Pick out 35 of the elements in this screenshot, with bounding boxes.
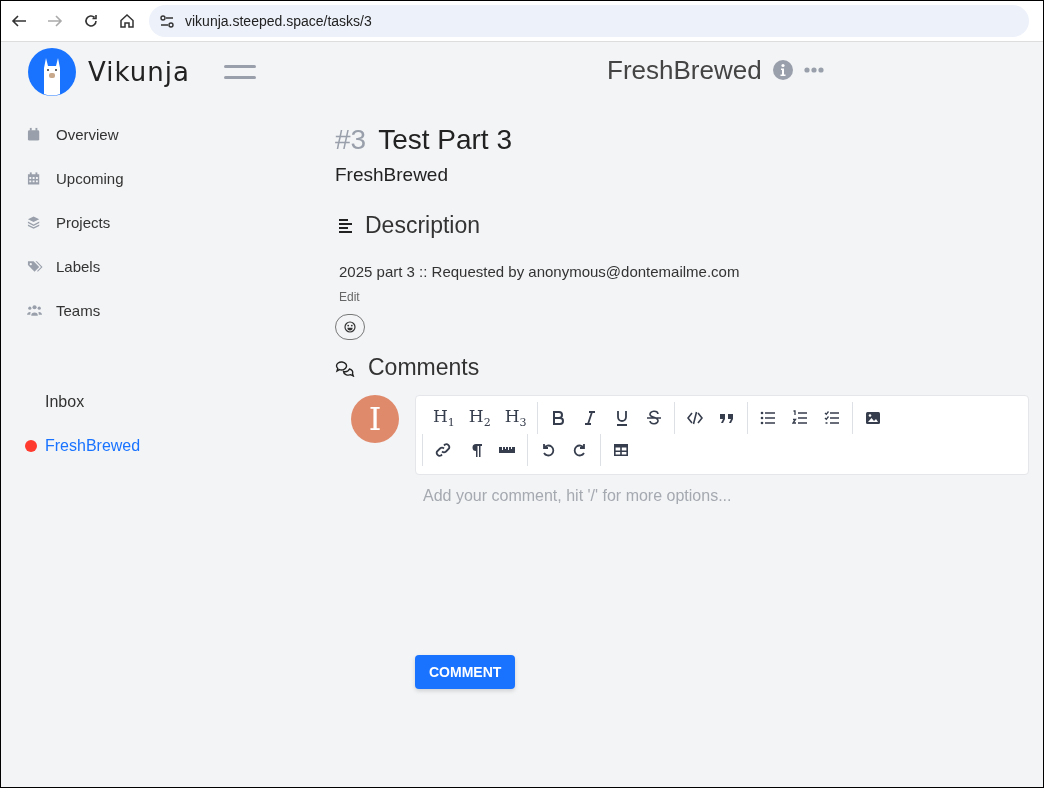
reload-icon[interactable] — [83, 13, 99, 29]
sidebar-item[interactable]: Overview — [1, 112, 301, 156]
project-link[interactable]: Inbox — [45, 393, 85, 411]
sidebar-item[interactable]: Teams — [1, 288, 301, 332]
task-number: #3 — [335, 124, 367, 156]
address-bar[interactable]: vikunja.steeped.space/tasks/3 — [149, 5, 1029, 37]
sidebar-item[interactable]: Projects — [1, 200, 301, 244]
info-icon[interactable] — [772, 60, 793, 80]
description-text: 2025 part 3 :: Requested by anonymous@dontemailme.com — [339, 263, 740, 280]
smiley-icon — [344, 321, 356, 333]
comment-input[interactable]: Add your comment, hit '/' for more options... — [415, 483, 1031, 509]
llama-logo-icon[interactable] — [28, 48, 76, 96]
sidebar-item[interactable]: Labels — [1, 244, 301, 288]
edit-link[interactable]: Edit — [339, 290, 360, 304]
section-heading: Comments — [368, 354, 480, 381]
comment-button[interactable]: COMMENT — [415, 655, 516, 689]
people-icon — [27, 302, 43, 318]
heading-button[interactable]: H$_{3}$ — [501, 406, 530, 430]
task-title: Test Part 3 — [378, 124, 512, 156]
site-settings-icon[interactable] — [159, 13, 175, 29]
heading-button[interactable]: H$_{2}$ — [465, 406, 494, 430]
section-heading: Description — [365, 212, 481, 239]
app-name: Vikunja — [88, 57, 190, 87]
align-left-icon — [339, 218, 352, 233]
heading-button[interactable]: H$_{1}$ — [430, 406, 458, 430]
user-avatar: I — [351, 395, 399, 443]
home-icon[interactable] — [119, 13, 135, 29]
tags-icon — [27, 258, 43, 274]
chat-bubbles-icon — [335, 358, 355, 377]
project-title: FreshBrewed — [607, 54, 762, 86]
task-project[interactable]: FreshBrewed — [335, 164, 448, 186]
back-arrow-icon[interactable] — [11, 13, 27, 29]
sidebar-item[interactable]: Upcoming — [1, 156, 301, 200]
url-text: vikunja.steeped.space/tasks/3 — [185, 13, 372, 29]
project-link[interactable]: FreshBrewed — [45, 437, 141, 455]
